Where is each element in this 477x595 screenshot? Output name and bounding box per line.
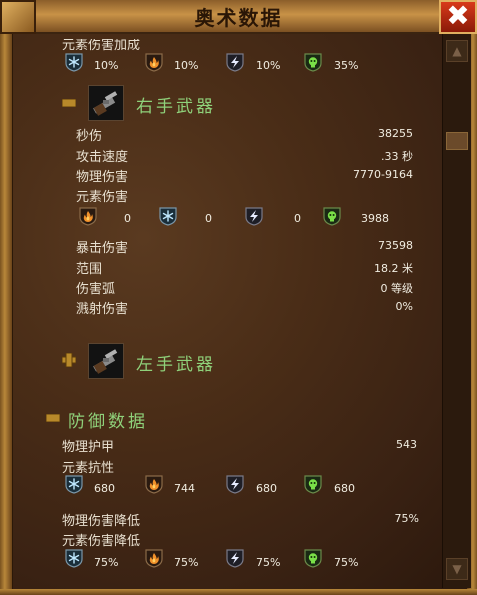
- frame-bottom-border: [0, 589, 477, 595]
- physical-damage-reduction-label: 物理伤害降低: [62, 514, 141, 529]
- ice-bonus-value: 10%: [94, 59, 119, 72]
- dps-label: 秒伤: [76, 129, 103, 144]
- poison-icon: [303, 52, 323, 72]
- corner-ornament: [0, 0, 36, 34]
- poison-icon: [322, 206, 342, 226]
- lightning-icon: [225, 548, 245, 568]
- collapse-right-weapon-toggle[interactable]: [62, 99, 76, 107]
- ice-damage-value: 0: [205, 212, 212, 225]
- gun-icon: [89, 86, 123, 120]
- fire-icon: [144, 474, 164, 494]
- poison-resist-value: 680: [334, 482, 355, 495]
- ice-resist-value: 680: [94, 482, 115, 495]
- physical-damage-value: 7770-9164: [353, 168, 413, 181]
- close-button[interactable]: ✖: [439, 0, 477, 34]
- window-title: 奥术数据: [194, 6, 283, 30]
- dps-value: 38255: [378, 127, 413, 140]
- damage-arc-value: 0 等级: [380, 282, 414, 295]
- fire-bonus-value: 10%: [174, 59, 199, 72]
- elemental-damage-reduction-label: 元素伤害降低: [62, 534, 141, 549]
- defense-header: 防御数据: [68, 412, 148, 432]
- crit-damage-value: 73598: [378, 239, 413, 252]
- physical-damage-label: 物理伤害: [76, 170, 129, 185]
- scrollbar[interactable]: ▲ ▼: [442, 34, 471, 588]
- physical-armor-label: 物理护甲: [62, 440, 115, 455]
- ice-icon: [64, 474, 84, 494]
- title-bar: 奥术数据: [0, 0, 477, 34]
- lightning-bonus-value: 10%: [256, 59, 281, 72]
- fire-resist-value: 744: [174, 482, 195, 495]
- right-weapon-slot[interactable]: [88, 85, 124, 121]
- lightning-reduction-value: 75%: [256, 556, 281, 569]
- fire-icon: [144, 548, 164, 568]
- poison-icon: [303, 548, 323, 568]
- scroll-down-button[interactable]: ▼: [446, 558, 468, 580]
- fire-damage-value: 0: [124, 212, 131, 225]
- close-icon: ✖: [446, 0, 470, 32]
- poison-damage-value: 3988: [361, 212, 389, 225]
- physical-armor-value: 543: [396, 438, 417, 451]
- crit-damage-label: 暴击伤害: [76, 241, 129, 256]
- range-value: 18.2 米: [374, 262, 413, 275]
- frame-left-border: [0, 0, 13, 595]
- ice-icon: [64, 548, 84, 568]
- physical-damage-reduction-value: 75%: [394, 512, 419, 525]
- poison-reduction-value: 75%: [334, 556, 359, 569]
- splash-damage-label: 溅射伤害: [76, 302, 129, 317]
- gun-icon: [89, 344, 123, 378]
- lightning-resist-value: 680: [256, 482, 277, 495]
- left-weapon-header: 左手武器: [136, 355, 216, 375]
- poison-icon: [303, 474, 323, 494]
- damage-arc-label: 伤害弧: [76, 282, 116, 297]
- lightning-icon: [225, 474, 245, 494]
- expand-left-weapon-toggle[interactable]: [62, 353, 76, 367]
- fire-reduction-value: 75%: [174, 556, 199, 569]
- ice-reduction-value: 75%: [94, 556, 119, 569]
- fire-icon: [144, 52, 164, 72]
- ice-icon: [64, 52, 84, 72]
- right-weapon-header: 右手武器: [136, 97, 216, 117]
- range-label: 范围: [76, 262, 103, 277]
- scroll-thumb[interactable]: [446, 132, 468, 150]
- collapse-defense-toggle[interactable]: [46, 414, 60, 422]
- scroll-up-button[interactable]: ▲: [446, 40, 468, 62]
- poison-bonus-value: 35%: [334, 59, 359, 72]
- lightning-icon: [225, 52, 245, 72]
- ice-icon: [158, 206, 178, 226]
- attack-speed-label: 攻击速度: [76, 150, 129, 165]
- splash-damage-value: 0%: [395, 300, 413, 313]
- attack-speed-value: .33 秒: [381, 150, 413, 163]
- fire-icon: [78, 206, 98, 226]
- elemental-damage-bonus-label: 元素伤害加成: [62, 38, 141, 53]
- arcane-data-panel: 元素伤害加成 10% 10% 10% 35% 右手武器 秒伤 38255 攻击速…: [0, 0, 477, 595]
- elemental-damage-label: 元素伤害: [76, 190, 129, 205]
- left-weapon-slot[interactable]: [88, 343, 124, 379]
- lightning-icon: [244, 206, 264, 226]
- lightning-damage-value: 0: [294, 212, 301, 225]
